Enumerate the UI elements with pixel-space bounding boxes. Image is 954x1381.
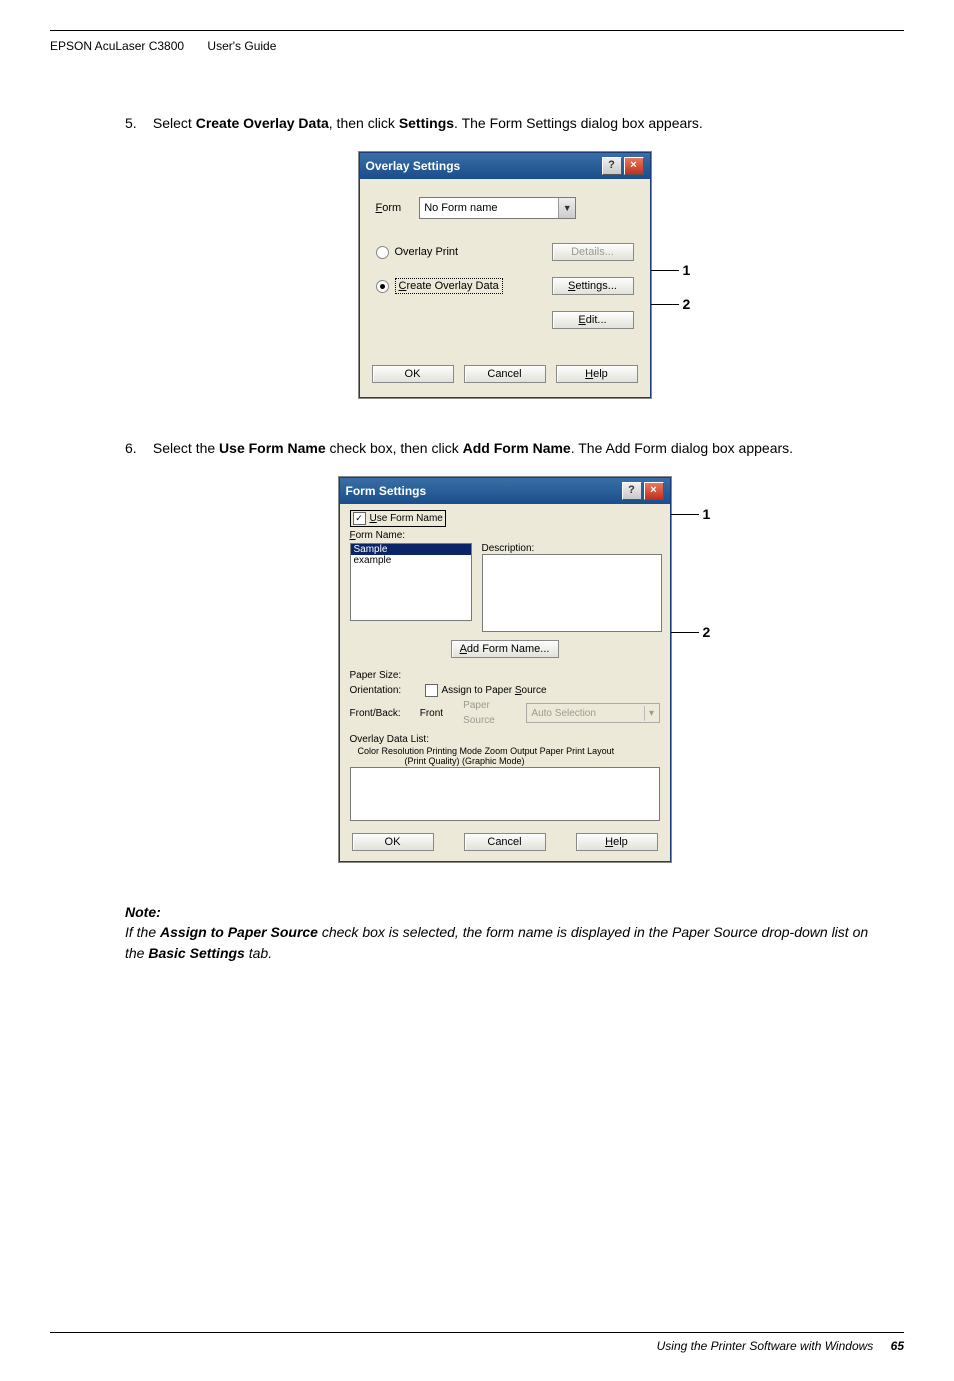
list-item[interactable]: example (351, 555, 471, 566)
header-subtitle: User's Guide (207, 39, 276, 53)
radio-unchecked-icon (376, 246, 389, 259)
form-name-label: Form Name: (350, 530, 660, 541)
settings-button[interactable]: Settings... (552, 277, 634, 295)
callout-1: 1 (683, 262, 691, 278)
help-button[interactable]: Help (576, 833, 658, 851)
checkbox-unchecked-icon (425, 684, 438, 697)
details-button: Details... (552, 243, 634, 261)
overlay-data-list-subheader: (Print Quality) (Graphic Mode) (405, 756, 660, 766)
close-icon[interactable]: × (644, 482, 664, 500)
description-label: Description: (482, 543, 660, 554)
help-icon[interactable]: ? (622, 482, 642, 500)
overlay-settings-titlebar[interactable]: Overlay Settings ? × (360, 153, 650, 179)
form-settings-dialog: Form Settings ? × ✓ Use Form Name Form N… (339, 477, 671, 862)
step-6-text-c: . The Add Form dialog box appears. (571, 440, 793, 456)
step-6-bold-1: Use Form Name (219, 440, 326, 456)
form-combobox[interactable]: No Form name ▼ (419, 197, 576, 219)
edit-button[interactable]: Edit... (552, 311, 634, 329)
description-box (482, 554, 662, 632)
step-5-bold-2: Settings (399, 115, 454, 131)
paper-source-value: Auto Selection (527, 706, 596, 721)
assign-to-paper-source-checkbox[interactable]: Assign to Paper Source (425, 683, 547, 698)
step-6: 6. Select the Use Form Name check box, t… (125, 438, 884, 459)
form-settings-titlebar[interactable]: Form Settings ? × (340, 478, 670, 504)
form-settings-title: Form Settings (346, 484, 427, 498)
close-icon[interactable]: × (624, 157, 644, 175)
cancel-button[interactable]: Cancel (464, 833, 546, 851)
overlay-data-list-label: Overlay Data List: (350, 734, 660, 745)
list-item[interactable]: Sample (351, 544, 471, 555)
note-block: Note: If the Assign to Paper Source chec… (125, 902, 884, 963)
header-title: EPSON AcuLaser C3800 (50, 39, 184, 53)
add-form-name-button[interactable]: Add Form Name... (451, 640, 559, 658)
form-label: Form (376, 202, 402, 214)
use-form-name-checkbox[interactable]: ✓ Use Form Name (350, 510, 446, 527)
step-6-text-a: Select the (153, 440, 219, 456)
step-5-text-b: , then click (329, 115, 399, 131)
step-6-text-b: check box, then click (326, 440, 463, 456)
overlay-print-radio[interactable]: Overlay Print (376, 246, 459, 259)
step-6-number: 6. (125, 438, 149, 459)
overlay-print-label: Overlay Print (395, 246, 459, 258)
overlay-data-listbox[interactable] (350, 767, 660, 821)
orientation-label: Orientation: (350, 683, 425, 698)
assign-to-paper-source-label: Assign to Paper Source (442, 683, 547, 698)
page-header: EPSON AcuLaser C3800 User's Guide (50, 39, 904, 53)
chevron-down-icon: ▾ (644, 706, 659, 721)
step-5-bold-1: Create Overlay Data (196, 115, 329, 131)
page-footer: Using the Printer Software with Windows … (50, 1332, 904, 1353)
paper-source-select: Auto Selection ▾ (526, 703, 659, 723)
note-heading: Note: (125, 902, 884, 922)
radio-checked-icon (376, 280, 389, 293)
paper-source-label: Paper Source (463, 698, 520, 728)
create-overlay-data-radio[interactable]: Create Overlay Data (376, 278, 503, 294)
step-5: 5. Select Create Overlay Data, then clic… (125, 113, 884, 134)
paper-size-label: Paper Size: (350, 668, 425, 683)
note-body: If the Assign to Paper Source check box … (125, 922, 884, 963)
checkbox-checked-icon: ✓ (353, 512, 366, 525)
create-overlay-data-label: Create Overlay Data (395, 278, 503, 294)
step-5-text-a: Select (153, 115, 196, 131)
overlay-settings-title: Overlay Settings (366, 159, 461, 173)
help-icon[interactable]: ? (602, 157, 622, 175)
form-name-listbox[interactable]: Sample example (350, 543, 472, 621)
callout-2: 2 (683, 296, 691, 312)
front-back-value: Front (420, 706, 457, 721)
callout-2: 2 (703, 624, 711, 640)
front-back-label: Front/Back: (350, 706, 420, 721)
callout-1: 1 (703, 506, 711, 522)
form-combobox-value: No Form name (420, 202, 558, 214)
use-form-name-label: Use Form Name (370, 513, 443, 524)
overlay-settings-dialog: Overlay Settings ? × Form No Form name ▼ (359, 152, 651, 398)
chevron-down-icon[interactable]: ▼ (558, 198, 575, 218)
ok-button[interactable]: OK (372, 365, 454, 383)
ok-button[interactable]: OK (352, 833, 434, 851)
step-6-bold-2: Add Form Name (463, 440, 571, 456)
overlay-data-list-header: Color Resolution Printing Mode Zoom Outp… (358, 746, 660, 756)
help-button[interactable]: Help (556, 365, 638, 383)
cancel-button[interactable]: Cancel (464, 365, 546, 383)
step-5-number: 5. (125, 113, 149, 134)
step-5-text-c: . The Form Settings dialog box appears. (454, 115, 703, 131)
